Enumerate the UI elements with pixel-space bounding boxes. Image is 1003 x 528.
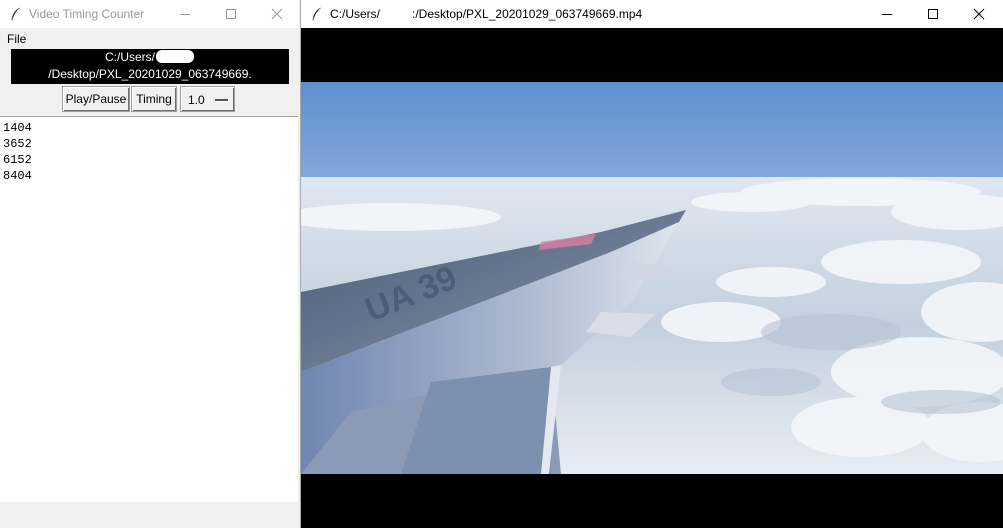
- path-prefix: C:/Users/: [104, 50, 155, 64]
- speed-value: 1.0: [188, 93, 205, 107]
- menu-file[interactable]: File: [7, 31, 26, 47]
- close-icon: [973, 8, 985, 20]
- close-button[interactable]: [956, 0, 1002, 28]
- speed-option-menu[interactable]: 1.0: [180, 86, 235, 112]
- minimize-button[interactable]: [162, 0, 208, 28]
- timing-line: 6152: [3, 153, 32, 167]
- timing-button[interactable]: Timing: [131, 86, 177, 112]
- title-bar[interactable]: Video Timing Counter: [0, 0, 299, 28]
- minimize-icon: [180, 14, 190, 15]
- title-suffix: :/Desktop/PXL_20201029_063749669.mp4: [412, 7, 643, 21]
- window-title: C:/Users/ :/Desktop/PXL_20201029_06374966…: [330, 6, 642, 22]
- feather-icon: [11, 7, 21, 21]
- video-frame[interactable]: UA 39: [301, 82, 1003, 474]
- video-frame-image: UA 39: [301, 82, 1003, 474]
- maximize-icon: [226, 9, 236, 19]
- file-path-label: C:/Users/ /Desktop/PXL_20201029_063749669…: [11, 49, 289, 98]
- path-suffix: /Desktop/PXL_20201029_063749669.: [48, 67, 252, 81]
- menu-bar: File: [0, 30, 299, 48]
- maximize-icon: [928, 9, 938, 19]
- play-pause-button[interactable]: Play/Pause: [62, 86, 130, 112]
- title-prefix: C:/Users/: [330, 7, 381, 21]
- window-title: Video Timing Counter: [29, 7, 145, 21]
- minimize-icon: [882, 14, 892, 15]
- timing-line: 1404: [3, 121, 32, 135]
- option-menu-indicator-icon: [215, 99, 228, 101]
- timing-line: 3652: [3, 137, 32, 151]
- maximize-button[interactable]: [208, 0, 254, 28]
- video-player-window: C:/Users/ :/Desktop/PXL_20201029_06374966…: [300, 0, 1003, 528]
- close-icon: [271, 8, 283, 20]
- feather-icon: [312, 7, 322, 21]
- title-bar[interactable]: C:/Users/ :/Desktop/PXL_20201029_06374966…: [301, 0, 1003, 28]
- maximize-button[interactable]: [910, 0, 956, 28]
- redacted-username: [156, 50, 194, 63]
- minimize-button[interactable]: [864, 0, 910, 28]
- timing-line: 8404: [3, 169, 32, 183]
- video-timing-counter-window: Video Timing Counter File C:/Users/ /Desk…: [0, 0, 299, 528]
- timings-text-area[interactable]: 1404 3652 6152 8404: [0, 116, 298, 502]
- close-button[interactable]: [254, 0, 300, 28]
